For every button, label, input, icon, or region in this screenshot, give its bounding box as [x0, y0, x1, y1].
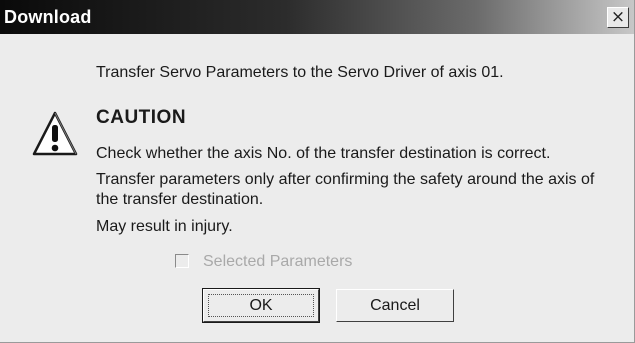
close-button[interactable]: ×: [607, 7, 629, 28]
focus-ring: [208, 294, 314, 317]
caution-line-safety-cont: the transfer destination.: [96, 191, 264, 208]
intro-message: Transfer Servo Parameters to the Servo D…: [96, 64, 504, 81]
download-dialog: Download × Transfer Servo Parameters to …: [0, 0, 635, 343]
ok-button[interactable]: OK: [202, 288, 320, 323]
cancel-button-label: Cancel: [370, 297, 420, 314]
caution-line-axis-check: Check whether the axis No. of the transf…: [96, 145, 551, 162]
caution-line-safety: Transfer parameters only after confirmin…: [96, 171, 595, 188]
warning-exclamation-icon: [32, 111, 78, 156]
title-bar[interactable]: Download ×: [0, 0, 634, 34]
caution-line-injury: May result in injury.: [96, 218, 233, 235]
caution-heading: CAUTION: [96, 107, 187, 128]
close-icon: ×: [610, 7, 626, 27]
selected-parameters-checkbox[interactable]: [175, 254, 189, 268]
cancel-button[interactable]: Cancel: [336, 289, 454, 322]
dialog-title: Download: [4, 7, 92, 27]
selected-parameters-label: Selected Parameters: [203, 253, 353, 270]
